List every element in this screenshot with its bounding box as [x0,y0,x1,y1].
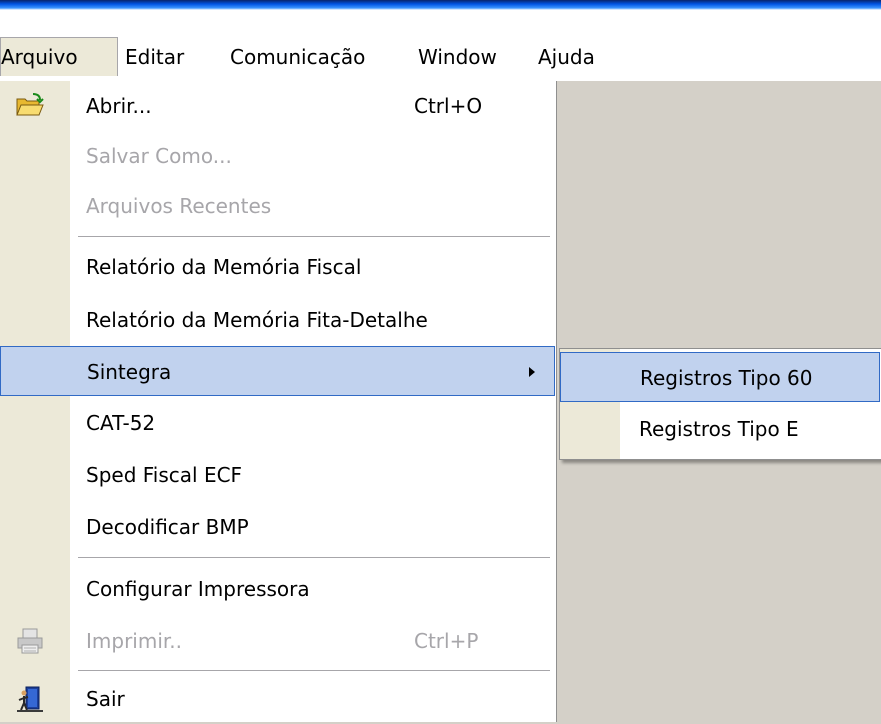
menu-item-label: Relatório da Memória Fiscal [86,255,362,279]
menu-item-sped-fiscal-ecf[interactable]: Sped Fiscal ECF [0,450,555,500]
menu-item-label: Relatório da Memória Fita-Detalhe [86,308,428,332]
menu-editar[interactable]: Editar [125,38,184,76]
menu-window[interactable]: Window [418,38,497,76]
menu-ajuda[interactable]: Ajuda [538,38,595,76]
menu-item-label: Arquivos Recentes [86,194,272,218]
menu-item-label: Abrir... [86,94,152,118]
menu-item-sintegra[interactable]: Sintegra [0,346,555,396]
menu-separator [78,557,550,559]
menu-item-label: Sped Fiscal ECF [86,463,243,487]
submenu-item-label: Registros Tipo E [639,417,799,441]
file-menu-dropdown: Abrir... Ctrl+O Salvar Como... Arquivos … [0,81,557,722]
menu-item-label: Configurar Impressora [86,577,310,601]
menu-bar: Arquivo Editar Comunicação Window Ajuda [0,10,881,81]
menu-window-label: Window [418,45,497,69]
menu-item-arquivos-recentes[interactable]: Arquivos Recentes [0,181,555,231]
folder-open-icon [15,91,45,121]
menu-item-relatorio-fita-detalhe[interactable]: Relatório da Memória Fita-Detalhe [0,295,555,345]
menu-item-abrir[interactable]: Abrir... Ctrl+O [0,81,555,131]
menu-item-label: Sintegra [87,360,172,384]
menu-separator [78,670,550,672]
printer-icon [15,626,45,656]
submenu-item-label: Registros Tipo 60 [640,366,813,390]
menu-item-label: Imprimir.. [86,629,182,653]
menu-separator [78,236,550,238]
menu-item-label: Salvar Como... [86,144,232,168]
menu-comunicacao[interactable]: Comunicação [230,38,365,76]
menu-item-shortcut: Ctrl+P [414,629,479,653]
sintegra-submenu: Registros Tipo 60 Registros Tipo E [559,348,881,460]
menu-item-configurar-impressora[interactable]: Configurar Impressora [0,564,555,614]
menu-arquivo-label: Arquivo [1,45,78,69]
menu-item-label: Sair [86,687,125,711]
menu-item-label: CAT-52 [86,411,156,435]
menu-item-imprimir[interactable]: Imprimir.. Ctrl+P [0,616,555,666]
title-bar-strip [0,0,881,10]
menu-ajuda-label: Ajuda [538,45,595,69]
menu-editar-label: Editar [125,45,185,69]
menu-arquivo[interactable]: Arquivo [0,37,118,76]
menu-item-label: Decodificar BMP [86,515,249,539]
menu-item-shortcut: Ctrl+O [414,94,483,118]
menu-comunicacao-label: Comunicação [230,45,366,69]
submenu-arrow-icon [529,367,535,377]
submenu-item-registros-tipo-60[interactable]: Registros Tipo 60 [560,352,880,402]
menu-item-relatorio-memoria-fiscal[interactable]: Relatório da Memória Fiscal [0,242,555,292]
menu-item-salvar-como[interactable]: Salvar Como... [0,131,555,181]
menu-item-sair[interactable]: Sair [0,674,555,724]
submenu-item-registros-tipo-e[interactable]: Registros Tipo E [560,404,880,454]
exit-door-icon [15,684,45,714]
menu-item-cat52[interactable]: CAT-52 [0,398,555,448]
menu-item-decodificar-bmp[interactable]: Decodificar BMP [0,502,555,552]
